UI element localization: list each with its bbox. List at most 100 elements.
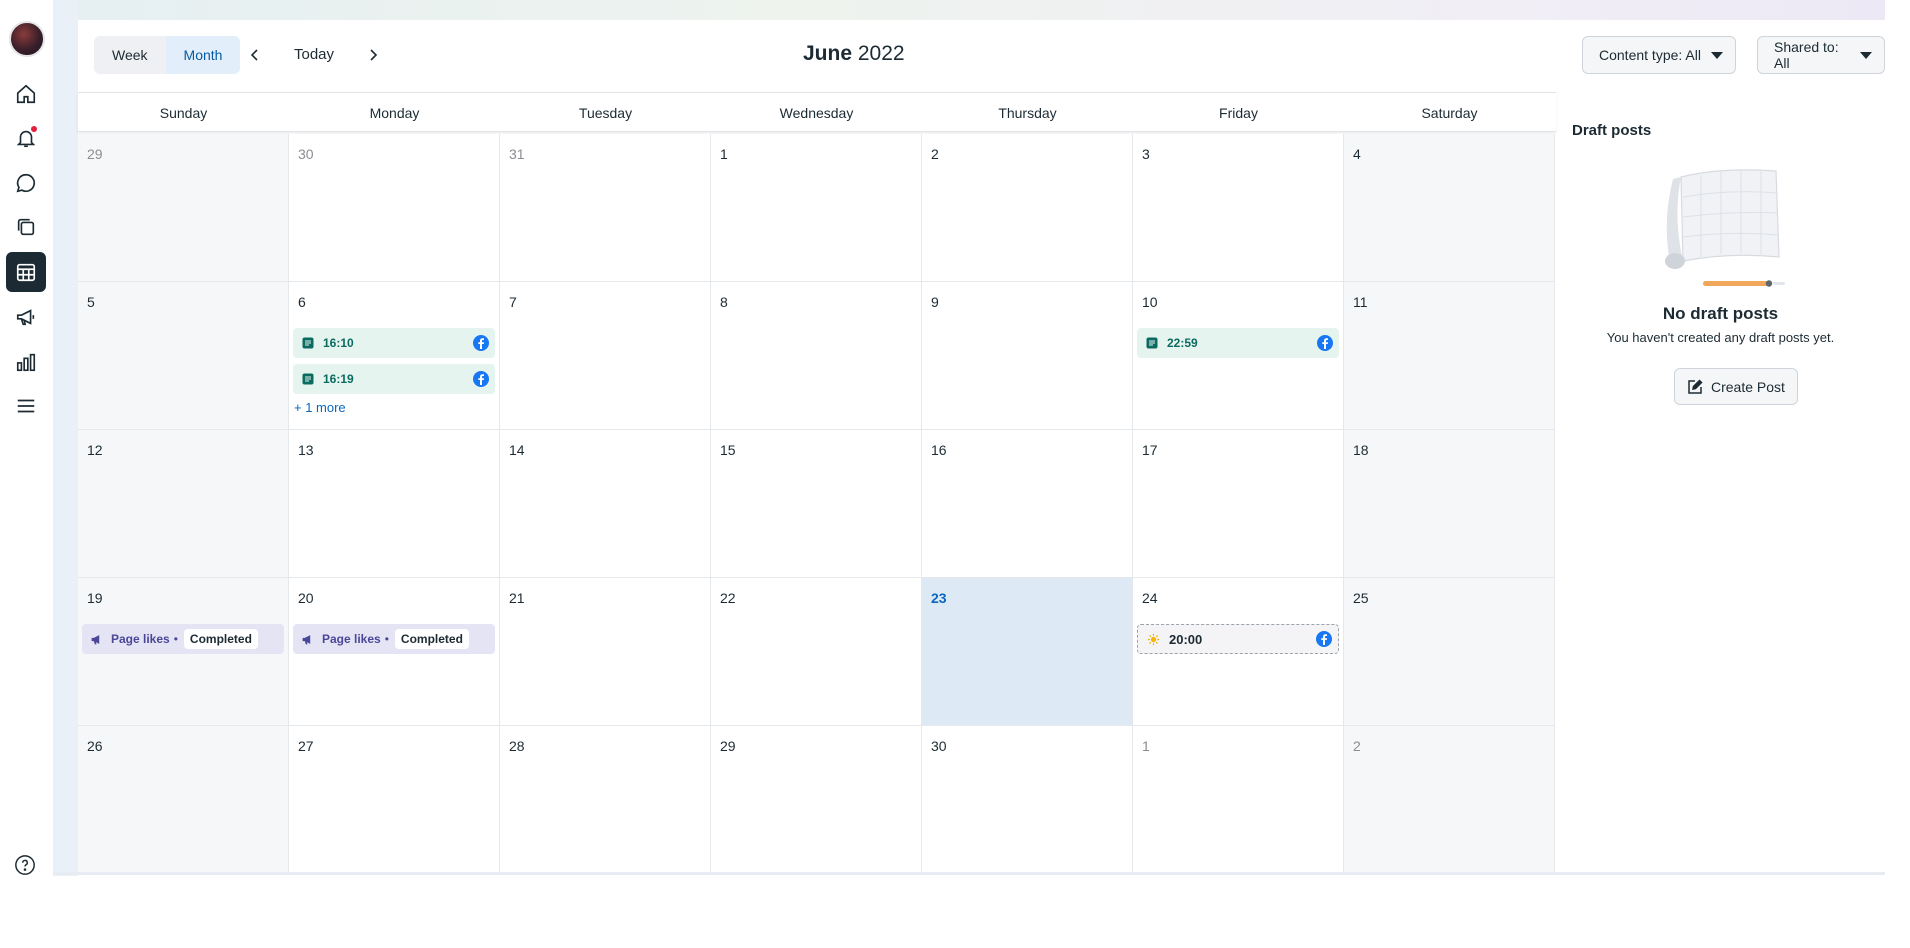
ad-label: Page likes — [111, 632, 170, 646]
published-post-chip[interactable]: 16:19 — [293, 364, 495, 394]
day-cell[interactable]: 14 — [500, 430, 711, 578]
day-number: 27 — [298, 738, 314, 754]
weekday-label: Tuesday — [578, 105, 633, 121]
day-cell[interactable]: 28 — [500, 726, 711, 874]
post-time: 22:59 — [1167, 336, 1198, 350]
nav-home[interactable] — [6, 74, 46, 114]
page-avatar[interactable] — [9, 21, 45, 57]
day-cell[interactable]: 4 — [1344, 134, 1555, 282]
post-time: 20:00 — [1169, 631, 1203, 647]
separator-dot: • — [173, 632, 178, 646]
content-type-filter[interactable]: Content type: All — [1582, 36, 1736, 74]
previous-month-button[interactable] — [244, 44, 266, 66]
day-cell[interactable]: 21 — [500, 578, 711, 726]
day-cell[interactable]: 20 Page likes • Completed — [289, 578, 500, 726]
post-icon — [302, 373, 314, 385]
post-time: 16:10 — [323, 336, 354, 350]
day-number: 1 — [720, 146, 728, 162]
next-month-button[interactable] — [362, 44, 384, 66]
left-nav-rail — [0, 0, 53, 876]
day-number: 30 — [298, 146, 314, 162]
ad-campaign-chip[interactable]: Page likes • Completed — [293, 624, 495, 654]
ad-campaign-chip[interactable]: Page likes • Completed — [82, 624, 284, 654]
day-cell[interactable]: 13 — [289, 430, 500, 578]
day-number: 10 — [1142, 294, 1158, 310]
day-number: 8 — [720, 294, 728, 310]
day-cell[interactable]: 16 — [922, 430, 1133, 578]
month-view-button[interactable]: Month — [165, 36, 241, 74]
day-cell[interactable]: 7 — [500, 282, 711, 430]
weekday-label: Wednesday — [779, 105, 854, 121]
day-cell[interactable]: 1 — [711, 134, 922, 282]
nav-planner[interactable] — [6, 252, 46, 292]
day-cell[interactable]: 26 — [78, 726, 289, 874]
day-cell[interactable]: 17 — [1133, 430, 1344, 578]
day-number: 13 — [298, 442, 314, 458]
compose-icon — [1688, 378, 1703, 394]
day-cell[interactable]: 25 — [1344, 578, 1555, 726]
day-cell[interactable]: 9 — [922, 282, 1133, 430]
day-cell[interactable]: 2 — [1344, 726, 1555, 874]
weekday-label: Friday — [1219, 105, 1258, 121]
month-title: June 2022 — [803, 42, 905, 66]
day-cell[interactable]: 30 — [289, 134, 500, 282]
today-button[interactable]: Today — [294, 44, 334, 66]
day-number: 6 — [298, 294, 306, 310]
day-cell[interactable]: 27 — [289, 726, 500, 874]
day-cell[interactable]: 22 — [711, 578, 922, 726]
day-number: 15 — [720, 442, 736, 458]
nav-notifications[interactable] — [6, 118, 46, 158]
day-cell[interactable]: 5 — [78, 282, 289, 430]
day-cell[interactable]: 12 — [78, 430, 289, 578]
ad-label: Page likes — [322, 632, 381, 646]
day-cell[interactable]: 11 — [1344, 282, 1555, 430]
day-number: 30 — [931, 738, 947, 754]
draft-posts-panel: Draft posts No draft posts You haven't c… — [1556, 92, 1885, 872]
week-view-button[interactable]: Week — [94, 36, 166, 74]
nav-content[interactable] — [6, 207, 46, 247]
day-cell[interactable]: 3 — [1133, 134, 1344, 282]
nav-ads[interactable] — [6, 297, 46, 337]
facebook-icon — [1316, 631, 1332, 647]
day-cell[interactable]: 15 — [711, 430, 922, 578]
view-toggle: Week Month — [94, 36, 241, 74]
nav-menu[interactable] — [6, 386, 46, 426]
day-cell[interactable]: 6 16:10 16:19 + 1 more — [289, 282, 500, 430]
day-cell[interactable]: 19 Page likes • Completed — [78, 578, 289, 726]
day-cell[interactable]: 18 — [1344, 430, 1555, 578]
weekday-label: Sunday — [159, 105, 208, 121]
day-number: 28 — [509, 738, 525, 754]
day-cell[interactable]: 8 — [711, 282, 922, 430]
nav-inbox[interactable] — [6, 163, 46, 203]
day-cell-today[interactable]: 23 — [922, 578, 1133, 726]
chevron-right-icon — [370, 49, 378, 61]
day-cell[interactable]: 10 22:59 — [1133, 282, 1344, 430]
day-cell[interactable]: 29 — [78, 134, 289, 282]
weekday-label: Saturday — [1421, 105, 1478, 121]
create-post-label: Create Post — [1711, 378, 1785, 395]
day-number: 9 — [931, 294, 939, 310]
weekday-header: Sunday Monday Tuesday Wednesday Thursday… — [78, 92, 1556, 132]
shared-to-filter[interactable]: Shared to: All — [1757, 36, 1885, 74]
create-post-button[interactable]: Create Post — [1674, 368, 1798, 405]
ad-status-badge: Completed — [183, 629, 258, 649]
year: 2022 — [857, 42, 905, 65]
published-post-chip[interactable]: 16:10 — [293, 328, 495, 358]
megaphone-icon — [16, 309, 35, 326]
published-post-chip[interactable]: 22:59 — [1137, 328, 1339, 358]
scheduled-post-chip[interactable]: 20:00 — [1137, 624, 1339, 654]
day-cell[interactable]: 1 — [1133, 726, 1344, 874]
day-cell[interactable]: 30 — [922, 726, 1133, 874]
more-posts-link[interactable]: + 1 more — [294, 400, 346, 415]
megaphone-icon — [302, 634, 311, 644]
day-cell[interactable]: 24 20:00 — [1133, 578, 1344, 726]
day-cell[interactable]: 29 — [711, 726, 922, 874]
facebook-icon — [473, 335, 489, 351]
content-type-label: Content type: All — [1599, 47, 1701, 63]
day-number: 1 — [1142, 738, 1150, 754]
caret-down-icon — [1710, 51, 1723, 59]
nav-insights[interactable] — [6, 342, 46, 382]
day-cell[interactable]: 2 — [922, 134, 1133, 282]
help-icon[interactable] — [14, 854, 36, 876]
day-cell[interactable]: 31 — [500, 134, 711, 282]
